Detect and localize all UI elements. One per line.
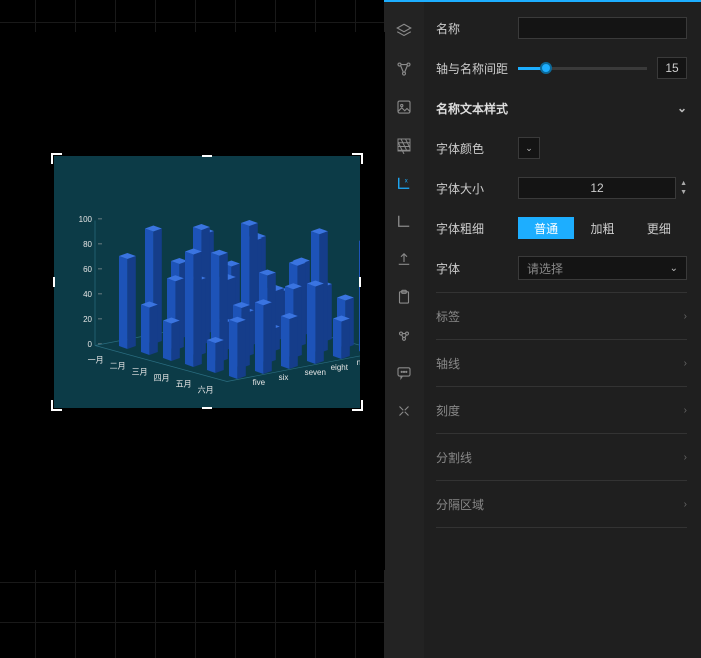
input-name[interactable] (518, 17, 687, 39)
chat-icon[interactable] (384, 354, 424, 392)
section-axis-line-title: 轴线 (436, 355, 460, 372)
divider (436, 292, 687, 293)
resize-handle-b[interactable] (202, 407, 212, 409)
divider (436, 480, 687, 481)
axis-x-icon[interactable]: x (384, 164, 424, 202)
chevron-down-icon: ⌄ (670, 263, 678, 274)
svg-text:一月: 一月 (88, 356, 104, 365)
resize-handle-r[interactable] (359, 277, 361, 287)
section-name-text-style[interactable]: 名称文本样式 ⌄ (436, 88, 687, 128)
section-axis-line[interactable]: 轴线 › (436, 344, 687, 382)
chevron-right-icon: › (684, 499, 687, 510)
svg-text:60: 60 (83, 265, 92, 274)
color-picker-button[interactable]: ⌄ (518, 137, 540, 159)
section-label[interactable]: 标签 › (436, 297, 687, 335)
chevron-right-icon: › (684, 358, 687, 369)
panel-icon-rail: x (384, 2, 424, 658)
font-weight-bold[interactable]: 加粗 (574, 217, 630, 239)
section-split-line[interactable]: 分割线 › (436, 438, 687, 476)
svg-text:五月: 五月 (176, 380, 192, 389)
label-font-family: 字体 (436, 260, 518, 277)
svg-text:nine: nine (357, 358, 360, 367)
chart-3d-bar[interactable]: 0 20 40 60 80 100 一月二月三月四月五月六月 five six seven eigh… (54, 156, 360, 408)
canvas-area: 0 20 40 60 80 100 一月二月三月四月五月六月 five six seven eigh… (0, 0, 384, 658)
chart-svg: 0 20 40 60 80 100 一月二月三月四月五月六月 five six seven eigh… (54, 156, 360, 408)
image-icon[interactable] (384, 88, 424, 126)
svg-text:eight: eight (331, 363, 349, 372)
properties-panel: x 名称 轴与名称间距 (384, 0, 701, 658)
label-font-color: 字体颜色 (436, 140, 518, 157)
section-label-title: 标签 (436, 308, 460, 325)
font-weight-group: 普通 加粗 更细 (518, 217, 687, 239)
section-split-area[interactable]: 分隔区域 › (436, 485, 687, 523)
section-split-area-title: 分隔区域 (436, 496, 484, 513)
svg-text:five: five (253, 378, 266, 387)
section-split-line-title: 分割线 (436, 449, 472, 466)
layers-icon[interactable] (384, 12, 424, 50)
divider (436, 339, 687, 340)
input-gap-value[interactable] (657, 57, 687, 79)
section-tick-title: 刻度 (436, 402, 460, 419)
resize-handle-t[interactable] (202, 155, 212, 157)
label-gap: 轴与名称间距 (436, 60, 518, 77)
divider (436, 386, 687, 387)
resize-handle-tr[interactable] (352, 153, 363, 164)
svg-text:二月: 二月 (110, 362, 126, 371)
tools-icon[interactable] (384, 392, 424, 430)
resize-handle-bl[interactable] (51, 400, 62, 411)
svg-text:四月: 四月 (154, 374, 170, 383)
chevron-right-icon: › (684, 311, 687, 322)
upload-icon[interactable] (384, 240, 424, 278)
label-font-weight: 字体粗细 (436, 220, 518, 237)
resize-handle-tl[interactable] (51, 153, 62, 164)
svg-text:三月: 三月 (132, 368, 148, 377)
slider-gap[interactable] (518, 67, 657, 70)
panel-controls: 名称 轴与名称间距 名称文本样式 ⌄ 字体颜色 ⌄ 字体大小 (424, 2, 701, 658)
select-font-family-value: 请选择 (527, 260, 563, 277)
svg-text:x: x (405, 178, 408, 184)
section-tick[interactable]: 刻度 › (436, 391, 687, 429)
font-size-down[interactable]: ▼ (680, 188, 687, 197)
svg-text:0: 0 (88, 340, 93, 349)
divider (436, 527, 687, 528)
font-size-up[interactable]: ▲ (680, 179, 687, 188)
resize-handle-l[interactable] (53, 277, 55, 287)
divider (436, 433, 687, 434)
svg-text:六月: 六月 (198, 385, 214, 395)
svg-text:seven: seven (305, 368, 326, 377)
resize-handle-br[interactable] (352, 400, 363, 411)
chevron-right-icon: › (684, 452, 687, 463)
hatch-icon[interactable] (384, 126, 424, 164)
axis-y-icon[interactable] (384, 202, 424, 240)
svg-text:40: 40 (83, 290, 92, 299)
chevron-right-icon: › (684, 405, 687, 416)
font-weight-thin[interactable]: 更细 (631, 217, 687, 239)
label-name: 名称 (436, 20, 518, 37)
svg-text:six: six (279, 373, 289, 382)
chain-icon[interactable] (384, 316, 424, 354)
nodes-icon[interactable] (384, 50, 424, 88)
svg-text:100: 100 (79, 215, 93, 224)
label-font-size: 字体大小 (436, 180, 518, 197)
font-weight-normal[interactable]: 普通 (518, 217, 574, 239)
select-font-family[interactable]: 请选择 ⌄ (518, 256, 687, 280)
svg-text:80: 80 (83, 240, 92, 249)
clipboard-icon[interactable] (384, 278, 424, 316)
input-font-size[interactable] (518, 177, 676, 199)
section-title-name-text-style: 名称文本样式 (436, 100, 508, 117)
chevron-down-icon: ⌄ (677, 101, 687, 115)
svg-text:20: 20 (83, 315, 92, 324)
